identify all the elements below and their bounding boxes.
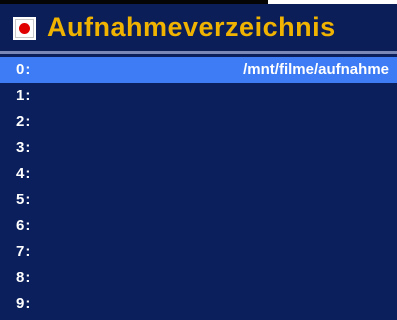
entry-index: 8: [16,269,32,286]
record-icon [13,17,36,40]
directory-entry-8[interactable]: 8: [0,265,397,291]
directory-entry-5[interactable]: 5: [0,187,397,213]
directory-entry-0[interactable]: 0: /mnt/filme/aufnahme [0,57,397,83]
entry-index: 9: [16,295,32,312]
directory-entry-4[interactable]: 4: [0,161,397,187]
window-header: Aufnahmeverzeichnis [0,4,397,54]
directory-entry-1[interactable]: 1: [0,83,397,109]
directory-entry-7[interactable]: 7: [0,239,397,265]
entry-index: 5: [16,191,32,208]
entry-index: 2: [16,113,32,130]
record-dot [19,23,30,34]
directory-entry-9[interactable]: 9: [0,291,397,317]
entry-index: 6: [16,217,32,234]
recording-directory-window: Aufnahmeverzeichnis 0: /mnt/filme/aufnah… [0,4,397,320]
entry-index: 7: [16,243,32,260]
entry-index: 1: [16,87,32,104]
entry-index: 4: [16,165,32,182]
directory-entry-6[interactable]: 6: [0,213,397,239]
entry-index: 3: [16,139,32,156]
directory-entry-3[interactable]: 3: [0,135,397,161]
directory-list: 0: /mnt/filme/aufnahme 1: 2: 3: 4: 5: 6: [0,57,397,317]
entry-index: 0: [16,61,32,78]
window-title: Aufnahmeverzeichnis [47,12,336,42]
directory-entry-2[interactable]: 2: [0,109,397,135]
entry-path: /mnt/filme/aufnahme [243,61,389,78]
